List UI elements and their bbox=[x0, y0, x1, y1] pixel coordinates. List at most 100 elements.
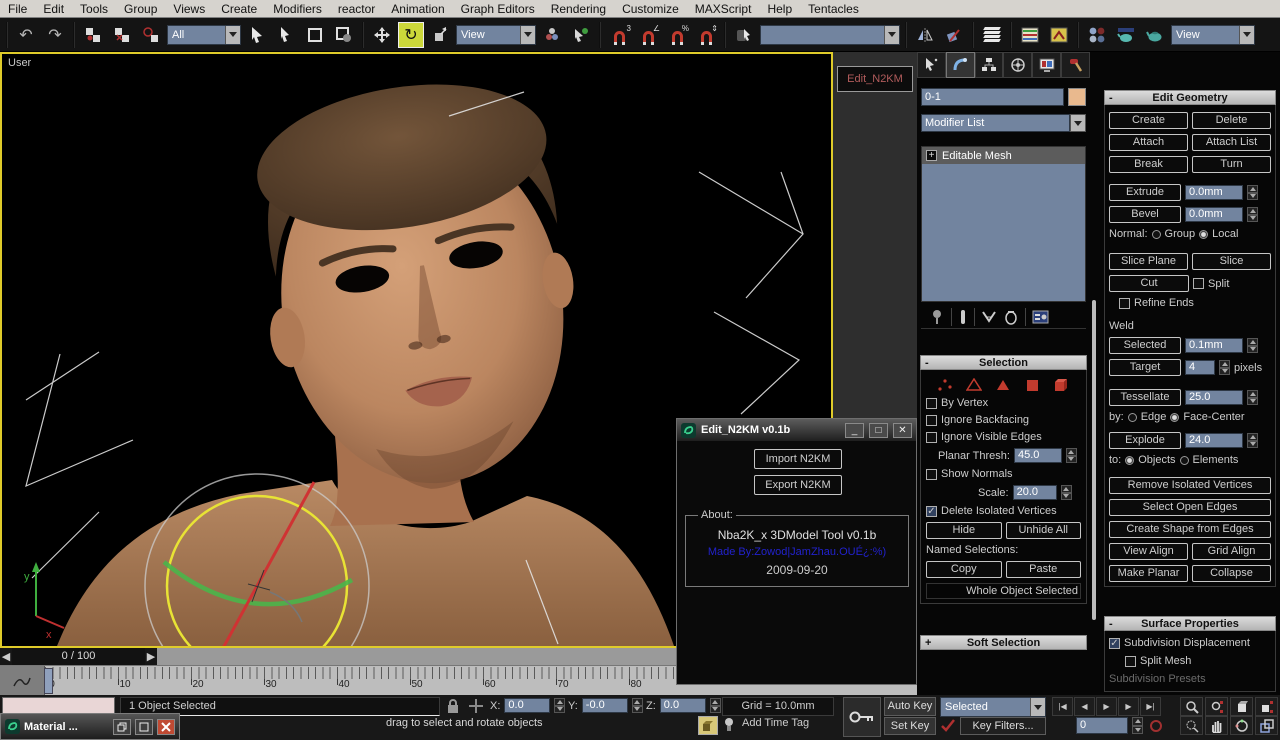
spinner-snap-icon[interactable]: ⇕ bbox=[693, 22, 719, 48]
dropdown-arrow-icon[interactable] bbox=[884, 26, 899, 44]
z-coordinate-field[interactable]: 0.0 bbox=[660, 698, 706, 713]
zoom-extents-all-icon[interactable] bbox=[1255, 697, 1278, 716]
weld-selected-button[interactable]: Selected bbox=[1109, 337, 1181, 354]
soft-selection-rollout-header[interactable]: + Soft Selection bbox=[920, 635, 1087, 650]
paste-button[interactable]: Paste bbox=[1006, 561, 1082, 578]
maximize-icon[interactable]: □ bbox=[869, 423, 888, 438]
reference-coordinate-dropdown[interactable]: View bbox=[456, 25, 536, 45]
explode-objects-radio[interactable] bbox=[1125, 456, 1134, 465]
material-editor-minimized-window[interactable]: Material ... bbox=[0, 713, 180, 740]
unhide-all-button[interactable]: Unhide All bbox=[1006, 522, 1082, 539]
maximize-icon[interactable] bbox=[135, 719, 153, 735]
material-editor-icon[interactable] bbox=[1084, 22, 1110, 48]
minimize-icon[interactable]: _ bbox=[845, 423, 864, 438]
current-frame-field[interactable]: 0 bbox=[1076, 717, 1128, 734]
weld-selected-spinner[interactable] bbox=[1247, 338, 1258, 353]
menu-views[interactable]: Views bbox=[165, 0, 213, 18]
region-zoom-icon[interactable] bbox=[1180, 716, 1203, 735]
auto-key-button[interactable]: Auto Key bbox=[884, 697, 936, 716]
menu-tools[interactable]: Tools bbox=[72, 0, 116, 18]
select-and-scale-icon[interactable] bbox=[427, 22, 453, 48]
go-to-end-icon[interactable]: ▶| bbox=[1140, 697, 1161, 716]
make-unique-icon[interactable] bbox=[981, 309, 997, 325]
render-scene-icon[interactable] bbox=[1113, 22, 1139, 48]
grid-align-button[interactable]: Grid Align bbox=[1192, 543, 1271, 560]
weld-target-button[interactable]: Target bbox=[1109, 359, 1181, 376]
break-button[interactable]: Break bbox=[1109, 156, 1188, 173]
menu-tentacles[interactable]: Tentacles bbox=[800, 0, 867, 18]
bevel-field[interactable]: 0.0mm bbox=[1185, 207, 1243, 222]
layer-manager-icon[interactable] bbox=[979, 22, 1005, 48]
bevel-spinner[interactable] bbox=[1247, 207, 1258, 222]
explode-spinner[interactable] bbox=[1247, 433, 1258, 448]
export-n2km-button[interactable]: Export N2KM bbox=[754, 475, 842, 495]
tab-edit-n2km[interactable]: Edit_N2KM bbox=[837, 66, 913, 92]
rectangular-selection-region-icon[interactable] bbox=[302, 22, 328, 48]
percent-snap-icon[interactable]: % bbox=[664, 22, 690, 48]
close-icon[interactable] bbox=[157, 719, 175, 735]
object-color-swatch[interactable] bbox=[1068, 88, 1086, 106]
show-end-result-icon[interactable] bbox=[958, 309, 968, 325]
time-slider-value[interactable]: 0 / 100 bbox=[12, 648, 145, 665]
modifier-list-arrow-icon[interactable] bbox=[1070, 114, 1086, 132]
curve-editor-icon[interactable] bbox=[1017, 22, 1043, 48]
face-subobject-icon[interactable] bbox=[995, 378, 1011, 392]
weld-target-field[interactable]: 4 bbox=[1185, 360, 1215, 375]
collapse-icon[interactable]: - bbox=[1109, 617, 1113, 632]
split-mesh-checkbox[interactable] bbox=[1125, 656, 1136, 667]
zoom-extents-icon[interactable] bbox=[1230, 697, 1253, 716]
view-align-button[interactable]: View Align bbox=[1109, 543, 1188, 560]
tessellate-spinner[interactable] bbox=[1247, 390, 1258, 405]
zoom-all-icon[interactable] bbox=[1205, 697, 1228, 716]
bind-to-spacewarp-icon[interactable] bbox=[138, 22, 164, 48]
tab-motion-icon[interactable] bbox=[1003, 52, 1032, 78]
pan-hand-icon[interactable] bbox=[1205, 716, 1228, 735]
collapse-icon[interactable]: - bbox=[1109, 91, 1113, 106]
turn-button[interactable]: Turn bbox=[1192, 156, 1271, 173]
selection-lock-icon[interactable] bbox=[446, 698, 460, 717]
angle-snap-icon[interactable]: ∠ bbox=[635, 22, 661, 48]
render-type-dropdown[interactable]: View bbox=[1171, 25, 1255, 45]
stack-item-editable-mesh[interactable]: + Editable Mesh bbox=[922, 147, 1085, 164]
ignore-visible-edges-checkbox[interactable] bbox=[926, 432, 937, 443]
next-frame-arrow-icon[interactable]: ▶ bbox=[145, 648, 157, 665]
selection-rollout-header[interactable]: - Selection bbox=[920, 355, 1087, 370]
tab-display-icon[interactable] bbox=[1032, 52, 1061, 78]
align-icon[interactable] bbox=[941, 22, 967, 48]
open-mini-curve-editor-button[interactable] bbox=[0, 666, 45, 696]
dialog-title-bar[interactable]: Edit_N2KM v0.1b _ □ ✕ bbox=[677, 419, 916, 441]
object-name-field[interactable]: 0-1 bbox=[921, 88, 1064, 106]
extrude-button[interactable]: Extrude bbox=[1109, 184, 1181, 201]
pin-stack-icon[interactable] bbox=[929, 309, 945, 325]
normals-scale-spinner[interactable] bbox=[1061, 485, 1072, 500]
polygon-subobject-icon[interactable] bbox=[1025, 378, 1041, 392]
collapse-button[interactable]: Collapse bbox=[1192, 565, 1271, 582]
menu-animation[interactable]: Animation bbox=[383, 0, 452, 18]
z-spinner[interactable] bbox=[710, 698, 721, 713]
x-coordinate-field[interactable]: 0.0 bbox=[504, 698, 550, 713]
tessellate-face-center-radio[interactable] bbox=[1170, 413, 1179, 422]
dropdown-arrow-icon[interactable] bbox=[1030, 698, 1045, 716]
redo-icon[interactable]: ↷ bbox=[42, 22, 68, 48]
collapse-icon[interactable]: - bbox=[925, 356, 929, 371]
delete-isolated-vertices-checkbox[interactable]: ✓ bbox=[926, 506, 937, 517]
dropdown-arrow-icon[interactable] bbox=[225, 26, 240, 44]
window-crossing-icon[interactable] bbox=[331, 22, 357, 48]
key-mode-toggle-icon[interactable] bbox=[1148, 719, 1164, 736]
tessellate-button[interactable]: Tessellate bbox=[1109, 389, 1181, 406]
select-by-name-icon[interactable] bbox=[273, 22, 299, 48]
select-and-move-icon[interactable] bbox=[369, 22, 395, 48]
refine-ends-checkbox[interactable] bbox=[1119, 298, 1130, 309]
surface-properties-rollout-header[interactable]: - Surface Properties bbox=[1104, 616, 1276, 631]
add-time-tag[interactable]: Add Time Tag bbox=[742, 717, 809, 729]
snap-toggle-3d-icon[interactable]: 3 bbox=[606, 22, 632, 48]
create-shape-from-edges-button[interactable]: Create Shape from Edges bbox=[1109, 521, 1271, 538]
create-button[interactable]: Create bbox=[1109, 112, 1188, 129]
viewport-label[interactable]: User bbox=[8, 57, 31, 69]
menu-create[interactable]: Create bbox=[213, 0, 265, 18]
menu-edit[interactable]: Edit bbox=[35, 0, 72, 18]
configure-modifier-sets-icon[interactable] bbox=[1032, 309, 1050, 325]
frame-spinner[interactable] bbox=[1132, 717, 1143, 734]
isolation-cube-icon[interactable] bbox=[698, 716, 718, 735]
explode-elements-radio[interactable] bbox=[1180, 456, 1189, 465]
